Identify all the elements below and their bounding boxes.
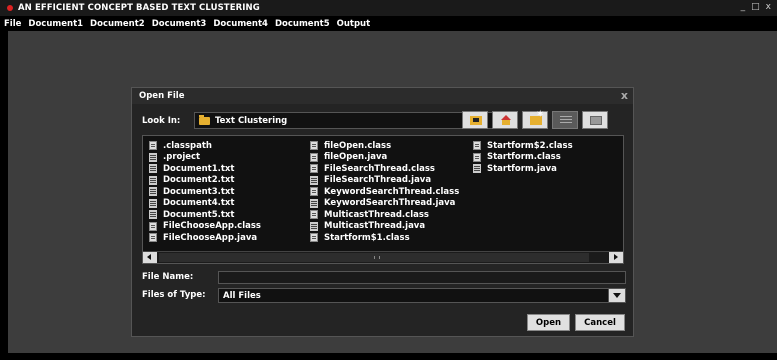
menu-file[interactable]: File bbox=[4, 19, 21, 29]
files-of-type-combo[interactable]: All Files bbox=[218, 288, 626, 303]
class-file-icon bbox=[473, 152, 481, 162]
text-file-icon bbox=[310, 221, 318, 231]
list-item[interactable]: Document5.txt bbox=[149, 209, 261, 221]
look-in-row: Look In: Text Clustering bbox=[142, 112, 514, 129]
text-file-icon bbox=[473, 164, 481, 174]
menu-document2[interactable]: Document2 bbox=[90, 19, 145, 29]
class-file-icon bbox=[149, 221, 157, 231]
look-in-label: Look In: bbox=[142, 115, 181, 126]
menu-document5[interactable]: Document5 bbox=[275, 19, 330, 29]
list-view-icon bbox=[560, 116, 572, 125]
folder-up-icon bbox=[470, 116, 482, 125]
file-column-3: Startform$2.class Startform.class Startf… bbox=[473, 140, 573, 175]
class-file-icon bbox=[310, 164, 318, 174]
list-item[interactable]: Document4.txt bbox=[149, 198, 261, 210]
class-file-icon bbox=[149, 141, 157, 151]
horizontal-scrollbar[interactable] bbox=[143, 251, 623, 263]
window-bottom-border bbox=[0, 353, 777, 360]
list-item[interactable]: FileChooseApp.java bbox=[149, 232, 261, 244]
menu-bar: File Document1 Document2 Document3 Docum… bbox=[0, 16, 777, 31]
list-item[interactable]: Startform.class bbox=[473, 152, 573, 164]
text-file-icon bbox=[149, 198, 157, 208]
list-item[interactable]: MulticastThread.java bbox=[310, 221, 459, 233]
text-file-icon bbox=[149, 187, 157, 197]
scroll-left-button[interactable] bbox=[143, 252, 157, 263]
up-one-level-button[interactable] bbox=[462, 111, 488, 129]
details-view-icon bbox=[590, 116, 602, 125]
app-icon bbox=[7, 5, 13, 11]
menu-document1[interactable]: Document1 bbox=[28, 19, 83, 29]
cancel-button[interactable]: Cancel bbox=[575, 314, 625, 331]
list-item[interactable]: FileSearchThread.java bbox=[310, 175, 459, 187]
class-file-icon bbox=[149, 233, 157, 243]
text-file-icon bbox=[310, 198, 318, 208]
list-item[interactable]: Startform$2.class bbox=[473, 140, 573, 152]
new-folder-icon bbox=[530, 109, 544, 125]
close-window-button[interactable]: x bbox=[766, 2, 771, 12]
window-title: AN EFFICIENT CONCEPT BASED TEXT CLUSTERI… bbox=[18, 3, 260, 13]
list-view-button[interactable] bbox=[552, 111, 578, 129]
class-file-icon bbox=[310, 233, 318, 243]
text-file-icon bbox=[149, 152, 157, 162]
file-name-input[interactable] bbox=[218, 271, 626, 284]
list-item[interactable]: Document1.txt bbox=[149, 163, 261, 175]
scroll-thumb[interactable] bbox=[159, 253, 589, 262]
chevron-down-icon[interactable] bbox=[608, 289, 625, 302]
files-of-type-label: Files of Type: bbox=[142, 290, 206, 300]
file-list[interactable]: .classpath .project Document1.txt Docume… bbox=[142, 135, 624, 264]
file-column-2: fileOpen.class fileOpen.java FileSearchT… bbox=[310, 140, 459, 244]
dialog-close-button[interactable]: x bbox=[621, 89, 628, 102]
minimize-button[interactable]: _ bbox=[741, 2, 746, 12]
list-item[interactable]: Document2.txt bbox=[149, 175, 261, 187]
home-icon bbox=[500, 115, 512, 125]
list-item[interactable]: KeywordSearchThread.java bbox=[310, 198, 459, 210]
maximize-button[interactable]: □ bbox=[751, 2, 760, 12]
open-file-dialog: Open File x Look In: Text Clustering .cl… bbox=[131, 87, 634, 337]
look-in-value: Text Clustering bbox=[215, 115, 288, 126]
list-item[interactable]: FileSearchThread.class bbox=[310, 163, 459, 175]
list-item[interactable]: KeywordSearchThread.class bbox=[310, 186, 459, 198]
list-item[interactable]: Startform$1.class bbox=[310, 232, 459, 244]
dialog-toolbar bbox=[462, 109, 608, 129]
files-of-type-value: All Files bbox=[223, 290, 261, 301]
text-file-icon bbox=[149, 164, 157, 174]
class-file-icon bbox=[310, 141, 318, 151]
list-item[interactable]: FileChooseApp.class bbox=[149, 221, 261, 233]
grip-icon bbox=[374, 256, 380, 259]
window-titlebar: AN EFFICIENT CONCEPT BASED TEXT CLUSTERI… bbox=[0, 0, 777, 16]
class-file-icon bbox=[473, 141, 481, 151]
open-button[interactable]: Open bbox=[527, 314, 570, 331]
class-file-icon bbox=[310, 210, 318, 220]
window-left-border bbox=[0, 31, 8, 360]
list-item[interactable]: Document3.txt bbox=[149, 186, 261, 198]
list-item[interactable]: MulticastThread.class bbox=[310, 209, 459, 221]
folder-icon bbox=[199, 114, 210, 125]
window-controls: _ □ x bbox=[741, 2, 771, 12]
text-file-icon bbox=[149, 210, 157, 220]
text-file-icon bbox=[310, 175, 318, 185]
scroll-right-button[interactable] bbox=[609, 252, 623, 263]
text-file-icon bbox=[149, 175, 157, 185]
list-item[interactable]: .project bbox=[149, 152, 261, 164]
list-item[interactable]: Startform.java bbox=[473, 163, 573, 175]
file-name-label: File Name: bbox=[142, 272, 194, 282]
details-view-button[interactable] bbox=[582, 111, 608, 129]
file-column-1: .classpath .project Document1.txt Docume… bbox=[149, 140, 261, 244]
menu-document3[interactable]: Document3 bbox=[152, 19, 207, 29]
dialog-titlebar: Open File x bbox=[132, 88, 633, 104]
class-file-icon bbox=[310, 152, 318, 162]
list-item[interactable]: fileOpen.class bbox=[310, 140, 459, 152]
home-button[interactable] bbox=[492, 111, 518, 129]
menu-output[interactable]: Output bbox=[337, 19, 371, 29]
dialog-title: Open File bbox=[139, 91, 185, 101]
class-file-icon bbox=[310, 187, 318, 197]
menu-document4[interactable]: Document4 bbox=[213, 19, 268, 29]
list-item[interactable]: fileOpen.java bbox=[310, 152, 459, 164]
list-item[interactable]: .classpath bbox=[149, 140, 261, 152]
new-folder-button[interactable] bbox=[522, 109, 548, 129]
